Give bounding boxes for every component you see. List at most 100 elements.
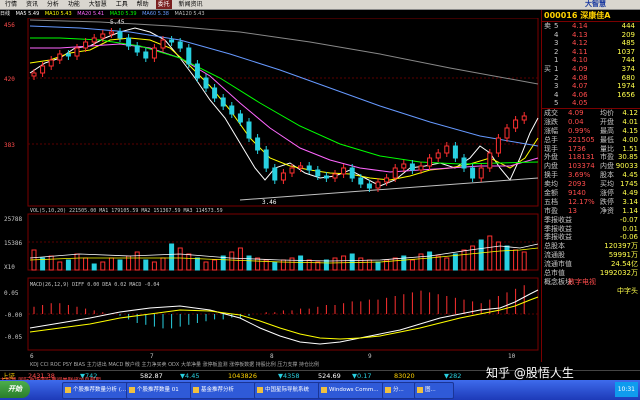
volume-bar [504,245,510,271]
candle [108,31,114,35]
candle [65,53,71,57]
order-book-row[interactable]: 3 4.07 1974 [542,82,640,91]
stat-value: 4.12 [622,108,638,117]
volume-bar [237,247,243,271]
x-tick: 10 [508,353,516,360]
order-book-row[interactable]: 1 4.10 744 [542,56,640,65]
kline-chart-area[interactable]: 456 420 383 5.45 3.46 VOL(5,10,20) 22150… [0,18,540,360]
stat-value: 59991万 [608,251,638,260]
stat-label: 净资 [600,206,614,215]
candle [177,41,183,49]
menu-item-trade[interactable]: 委托 [155,0,172,9]
volume-bar [478,239,484,271]
stat-label: 外盘 [544,153,558,162]
volume-bar [100,261,106,271]
tab-holding-ratio[interactable]: 持股比例 [256,362,276,368]
candle [358,177,364,185]
candle [315,169,321,177]
stat-label: 换手 [544,171,558,180]
volume-bar [117,259,123,271]
candle [427,157,433,167]
order-price: 4.14 [572,22,588,30]
order-volume: 444 [621,22,635,30]
taskbar-item[interactable]: 个股推荐数量 01 [126,382,198,399]
menu-item-news[interactable]: 资讯 [24,0,40,9]
volume-tick: X10 [4,264,15,271]
taskbar-item[interactable]: Windows Comm... [318,382,390,399]
taskbar-item[interactable]: 中国星际导航系统 [254,382,326,399]
stat-value: 0.04 [568,117,584,126]
order-book-row[interactable]: 4 4.06 1656 [542,91,640,100]
tab-position-ratio[interactable]: 持仓比例 [299,362,319,368]
candle [134,45,140,53]
volume-tick: 15386 [4,240,22,247]
tab-ddx[interactable]: ODX [168,362,179,368]
tab-macd[interactable]: MACD [108,362,123,368]
stock-code: 000016 [544,11,578,20]
volume-bar [349,253,355,271]
taskbar-item[interactable]: 个股推荐数量分析 (... [62,382,134,399]
stat-value: 221505 [568,135,595,144]
stat-value: 中字头 [617,286,638,295]
macd-dea-line [29,296,539,340]
tab-cci[interactable]: CCI [40,362,48,368]
order-price: 4.07 [572,82,588,91]
order-volume: 374 [621,64,635,73]
candle [57,53,63,61]
period-label[interactable]: 日线 [0,11,10,17]
stat-label: 卖均 [544,180,558,189]
order-book-row[interactable]: 5 4.05 [542,99,640,108]
stat-label: 总市值 [544,268,565,277]
candle [91,37,97,43]
tab-kdj[interactable]: KDJ [30,362,39,368]
tab-roc[interactable]: ROC [50,362,61,368]
stat-row: 市盈 13 净资 1.14 [542,207,640,216]
order-book-row[interactable]: 3 4.12 485 [542,39,640,48]
menu-item-analysis[interactable]: 分析 [45,0,61,9]
stat-label: 内盘 [544,162,558,171]
stat-value: 30.85 [617,153,638,162]
tab-retail[interactable]: 散户线 [125,362,140,368]
order-book-row[interactable]: 2 4.11 1037 [542,48,640,57]
tab-psy[interactable]: PSY [63,362,72,368]
tab-bias[interactable]: BIAS [74,362,86,368]
stock-name: 深康佳A [580,11,611,20]
tab-main-flow[interactable]: 主力进出 [87,362,107,368]
system-clock[interactable]: 10:31 [614,382,638,397]
menu-item-quotes[interactable]: 行情 [3,0,19,9]
stat-row: 换手 3.69% 股本 4.45 [542,171,640,180]
menu-item-function[interactable]: 功能 [66,0,82,9]
tab-limit-monitor[interactable]: 涨停板监测 [203,362,228,368]
candle [521,115,527,121]
menu-item-dazhihui[interactable]: 大智慧 [87,0,109,9]
candle [435,152,441,159]
order-book-row[interactable]: 卖 5 4.14 444 [542,22,640,31]
volume-bar [435,255,441,271]
volume-tick: 25788 [4,216,22,223]
stat-row: 季报收益 -0.06 [542,233,640,242]
start-button[interactable]: 开始 [0,381,30,398]
order-book-row[interactable]: 2 4.08 680 [542,74,640,83]
order-price: 4.13 [572,30,588,39]
menu-item-news-info[interactable]: 新闻资讯 [177,0,205,9]
tab-main-net[interactable]: 主力净买卖 [142,362,167,368]
candle [409,163,415,171]
macd-header: MACD(26,12,9) DIFF 0.00 DEA 0.02 MACD -0… [30,282,159,288]
candle [418,165,424,171]
volume-bar [194,257,200,271]
tab-big-order[interactable]: 大单净量 [181,362,201,368]
menu-item-help[interactable]: 帮助 [135,0,151,9]
tab-limit-data[interactable]: 涨停板数据 [229,362,254,368]
taskbar-item[interactable]: 基金推荐分析 [190,382,262,399]
ma10-label: MA10 5.43 [44,11,72,17]
order-book-row[interactable]: 4 4.13 209 [542,31,640,40]
menu-item-tools[interactable]: 工具 [114,0,130,9]
volume-bar [151,261,157,271]
order-volume: 209 [621,30,635,39]
watermark: 知乎 @股悟人生 [486,366,574,380]
ma20-line [30,43,539,173]
taskbar-item[interactable]: 图... [414,382,454,399]
order-book-row[interactable]: 买 1 4.09 374 [542,65,640,74]
tab-pressure-support[interactable]: 压力支撑 [277,362,297,368]
stat-label: 开盘 [600,117,614,126]
